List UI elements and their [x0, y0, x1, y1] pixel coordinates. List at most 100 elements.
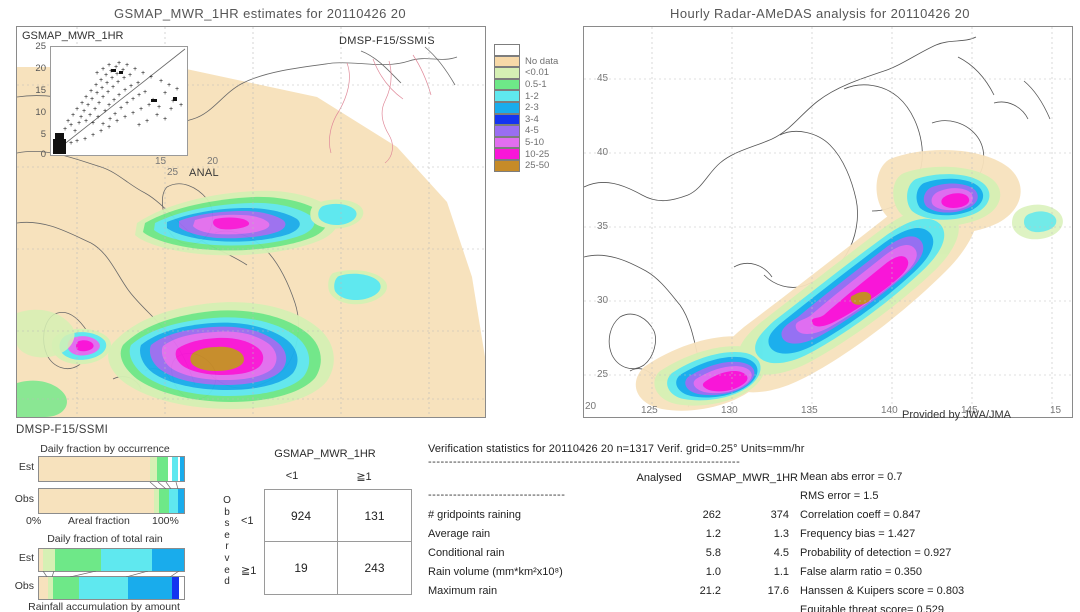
svg-text:+: + — [147, 102, 151, 109]
legend-swatch — [494, 113, 520, 126]
total-rain-link-lines — [42, 571, 180, 577]
scatter-ytick-15: 15 — [35, 85, 46, 96]
svg-text:+: + — [99, 128, 103, 135]
scatter-ytick-5: 5 — [40, 129, 46, 140]
bar-segment — [149, 457, 158, 481]
bar-segment — [159, 489, 169, 513]
svg-text:+: + — [101, 94, 105, 101]
svg-text:+: + — [84, 94, 88, 101]
score-line: Probability of detection = 0.927 — [800, 547, 952, 559]
right-map-xtick-150: 15 — [1050, 405, 1062, 416]
occurrence-axis-left: 0% — [26, 515, 42, 527]
bar-segment — [178, 577, 184, 599]
svg-text:+: + — [163, 116, 167, 123]
scatter-inset[interactable]: GSMAP_MWR_1HR + + + + + + + + + + + + + + + + + + + +… — [18, 28, 190, 160]
legend-label: 10-25 — [525, 148, 550, 160]
svg-text:+: + — [75, 138, 79, 145]
svg-text:+: + — [91, 132, 95, 139]
contingency-cell-hit-correctneg: 924 — [265, 490, 338, 542]
bar-segment — [152, 549, 184, 571]
svg-text:+: + — [84, 118, 88, 125]
contingency-cell-miss: 19 — [265, 542, 338, 594]
legend-label: 5-10 — [525, 137, 545, 149]
svg-text:+: + — [119, 105, 123, 112]
stats-row-label: Conditional rain — [428, 546, 505, 559]
legend-swatch — [494, 44, 520, 56]
verification-statistics: Verification statistics for 20110426 20 … — [428, 443, 804, 600]
stats-row-label: Maximum rain — [428, 584, 498, 597]
svg-text:+: + — [69, 140, 73, 147]
right-map-ytick-30: 30 — [597, 295, 609, 306]
svg-text:+: + — [107, 62, 111, 69]
total-rain-est-bar[interactable] — [38, 548, 185, 572]
svg-text:+: + — [129, 83, 133, 90]
stats-row-analysed: 262 — [702, 508, 721, 521]
score-line: Frequency bias = 1.427 — [800, 528, 916, 540]
legend-row: 5-10 — [494, 136, 558, 149]
legend-row — [494, 44, 558, 56]
svg-text:+: + — [96, 114, 100, 121]
legend-swatch — [494, 78, 520, 91]
svg-text:+: + — [133, 66, 137, 73]
stats-row-analysed: 1.0 — [705, 565, 721, 578]
total-rain-obs-bar[interactable] — [38, 576, 185, 600]
legend-label: 4-5 — [525, 125, 539, 137]
total-rain-caption: Rainfall accumulation by amount — [28, 601, 180, 612]
contingency-row-header-ge1: ≧1 — [241, 565, 257, 577]
stats-col-analysed: Analysed — [636, 471, 682, 484]
svg-text:+: + — [86, 102, 90, 109]
score-line: RMS error = 1.5 — [800, 490, 879, 502]
svg-text:+: + — [112, 97, 116, 104]
svg-text:+: + — [110, 75, 114, 82]
legend-label: 0.5-1 — [525, 79, 547, 91]
bar-segment — [180, 457, 184, 481]
stats-col-estimate: GSMAP_MWR_1HR — [696, 471, 798, 484]
legend-row: 0.5-1 — [494, 78, 558, 91]
stats-table: Analysed GSMAP_MWR_1HR — [428, 468, 798, 487]
contingency-col-header-lt1: <1 — [285, 470, 299, 482]
stats-row-label: Average rain — [428, 527, 491, 540]
occurrence-obs-bar[interactable] — [38, 488, 185, 514]
scatter-ytick-0: 0 — [40, 149, 46, 160]
svg-text:+: + — [125, 100, 129, 107]
legend-label: 1-2 — [525, 90, 539, 102]
svg-text:+: + — [107, 124, 111, 131]
svg-text:+: + — [155, 112, 159, 119]
stats-row: # gridpoints raining 262 374 — [428, 505, 789, 524]
right-map-ytick-45: 45 — [597, 73, 609, 84]
svg-text:+: + — [136, 80, 140, 87]
svg-text:+: + — [66, 118, 70, 125]
svg-text:+: + — [63, 126, 67, 133]
svg-text:+: + — [163, 90, 167, 97]
left-map-anal-label: ANAL — [189, 167, 219, 179]
legend-row: 10-25 — [494, 148, 558, 160]
legend-swatch — [494, 159, 520, 172]
contingency-row-header-lt1: <1 — [241, 515, 254, 527]
right-map-panel[interactable]: 45 40 35 30 25 20 125 130 135 140 145 15 — [583, 26, 1073, 418]
bar-segment — [43, 549, 55, 571]
svg-text:+: + — [137, 122, 141, 129]
svg-text:+: + — [100, 85, 104, 92]
legend-row: 2-3 — [494, 101, 558, 114]
svg-text:+: + — [101, 121, 105, 128]
svg-text:+: + — [123, 114, 127, 121]
legend-swatch — [494, 55, 520, 68]
occurrence-est-bar[interactable] — [38, 456, 185, 482]
svg-text:+: + — [143, 89, 147, 96]
legend-label: 3-4 — [525, 113, 539, 125]
svg-text:+: + — [131, 110, 135, 117]
contingency-table: GSMAP_MWR_1HR <1 ≧1 <1 ≧1 Observed 924 1… — [200, 443, 420, 608]
svg-text:+: + — [101, 66, 105, 73]
right-map-ytick-40: 40 — [597, 147, 609, 158]
svg-text:+: + — [89, 88, 93, 95]
svg-text:+: + — [113, 111, 117, 118]
svg-text:+: + — [90, 96, 94, 103]
svg-text:+: + — [107, 102, 111, 109]
scatter-ytick-25: 25 — [35, 41, 46, 52]
scatter-points: +++ + ++ +++ +++ + ++ +++ +++ ++ + +++ + ++ … — [51, 47, 187, 155]
svg-text:+: + — [75, 106, 79, 113]
contingency-grid: 924 131 19 243 — [264, 489, 412, 595]
score-line: Hanssen & Kuipers score = 0.803 — [800, 585, 965, 597]
stats-row-analysed: 21.2 — [699, 584, 721, 597]
left-map-bottom-label: DMSP-F15/SSMI — [16, 424, 109, 436]
